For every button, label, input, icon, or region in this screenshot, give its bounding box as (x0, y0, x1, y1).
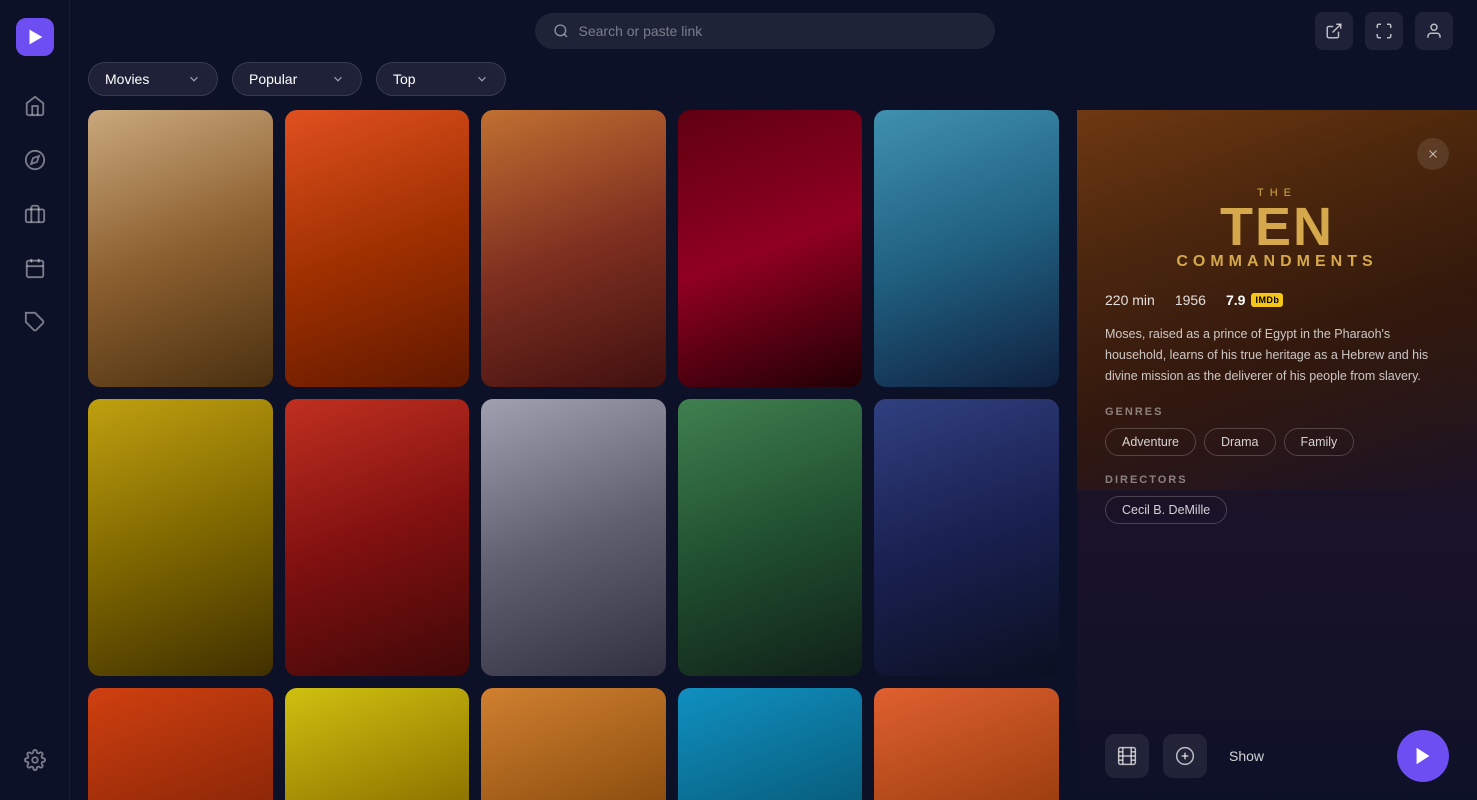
genres-label: GENRES (1105, 406, 1449, 418)
external-link-button[interactable] (1315, 12, 1353, 50)
user-button[interactable] (1415, 12, 1453, 50)
movie-title: THE TEN COMMANDMENTS (1176, 188, 1377, 270)
main-content: Movies Popular Top (70, 0, 1477, 800)
detail-close-button[interactable] (1417, 138, 1449, 170)
directors-label: DIRECTORS (1105, 474, 1449, 486)
movie-grid-container[interactable] (70, 110, 1077, 800)
movie-card[interactable] (285, 688, 470, 800)
detail-panel: THE TEN COMMANDMENTS 220 min 1956 7.9 IM… (1077, 110, 1477, 800)
director-tag[interactable]: Cecil B. DeMille (1105, 496, 1227, 524)
detail-top-actions (1105, 138, 1449, 170)
fullscreen-button[interactable] (1365, 12, 1403, 50)
external-link-icon (1325, 22, 1343, 40)
detail-footer: Show (1105, 720, 1449, 782)
user-icon (1425, 22, 1443, 40)
genres-tags: Adventure Drama Family (1105, 428, 1449, 456)
sort-filter-label: Popular (249, 71, 297, 87)
app-logo[interactable] (16, 18, 54, 56)
movie-logo: THE TEN COMMANDMENTS (1105, 188, 1449, 270)
directors-tags: Cecil B. DeMille (1105, 496, 1449, 524)
top-filter[interactable]: Top (376, 62, 506, 96)
play-icon (1412, 745, 1434, 767)
show-button[interactable]: Show (1221, 748, 1383, 764)
film-icon (1117, 746, 1137, 766)
movie-card[interactable] (481, 399, 666, 676)
movie-rating: 7.9 (1226, 292, 1245, 308)
movie-title-ten: TEN (1176, 200, 1377, 254)
search-input[interactable] (579, 23, 977, 39)
movie-card[interactable] (481, 110, 666, 387)
sidebar-item-calendar[interactable] (13, 246, 57, 290)
movie-card[interactable] (481, 688, 666, 800)
search-icon (553, 23, 569, 39)
sidebar-item-home[interactable] (13, 84, 57, 128)
imdb-badge: 7.9 IMDb (1226, 292, 1283, 308)
genre-tag-adventure[interactable]: Adventure (1105, 428, 1196, 456)
movie-card[interactable] (88, 110, 273, 387)
header-actions (1315, 12, 1453, 50)
filters-row: Movies Popular Top (70, 62, 1477, 110)
type-filter[interactable]: Movies (88, 62, 218, 96)
play-button[interactable] (1397, 730, 1449, 782)
add-to-list-button[interactable] (1163, 734, 1207, 778)
genre-tag-drama[interactable]: Drama (1204, 428, 1276, 456)
sidebar-item-extensions[interactable] (13, 300, 57, 344)
sort-filter[interactable]: Popular (232, 62, 362, 96)
movie-card[interactable] (678, 688, 863, 800)
movie-card[interactable] (678, 399, 863, 676)
movie-card[interactable] (88, 688, 273, 800)
chevron-down-icon (331, 72, 345, 86)
fullscreen-icon (1375, 22, 1393, 40)
sidebar-item-discover[interactable] (13, 138, 57, 182)
meta-row: 220 min 1956 7.9 IMDb (1105, 292, 1449, 308)
top-filter-label: Top (393, 71, 416, 87)
sidebar (0, 0, 70, 800)
movie-card[interactable] (88, 399, 273, 676)
genre-tag-family[interactable]: Family (1284, 428, 1355, 456)
movie-card[interactable] (678, 110, 863, 387)
close-icon (1426, 147, 1440, 161)
plus-circle-icon (1175, 746, 1195, 766)
sidebar-item-settings[interactable] (13, 738, 57, 782)
chevron-down-icon (475, 72, 489, 86)
movie-year: 1956 (1175, 292, 1206, 308)
movie-title-commandments: COMMANDMENTS (1176, 254, 1377, 271)
header (70, 0, 1477, 62)
cinema-button[interactable] (1105, 734, 1149, 778)
sidebar-item-library[interactable] (13, 192, 57, 236)
movie-card[interactable] (874, 399, 1059, 676)
search-bar[interactable] (535, 13, 995, 49)
detail-content: THE TEN COMMANDMENTS 220 min 1956 7.9 IM… (1077, 110, 1477, 800)
movie-grid (88, 110, 1059, 800)
movie-card[interactable] (285, 110, 470, 387)
chevron-down-icon (187, 72, 201, 86)
imdb-logo: IMDb (1251, 293, 1283, 307)
movie-description: Moses, raised as a prince of Egypt in th… (1105, 324, 1449, 386)
movie-card[interactable] (874, 110, 1059, 387)
type-filter-label: Movies (105, 71, 149, 87)
movie-card[interactable] (285, 399, 470, 676)
movie-duration: 220 min (1105, 292, 1155, 308)
movie-card[interactable] (874, 688, 1059, 800)
content-area: THE TEN COMMANDMENTS 220 min 1956 7.9 IM… (70, 110, 1477, 800)
